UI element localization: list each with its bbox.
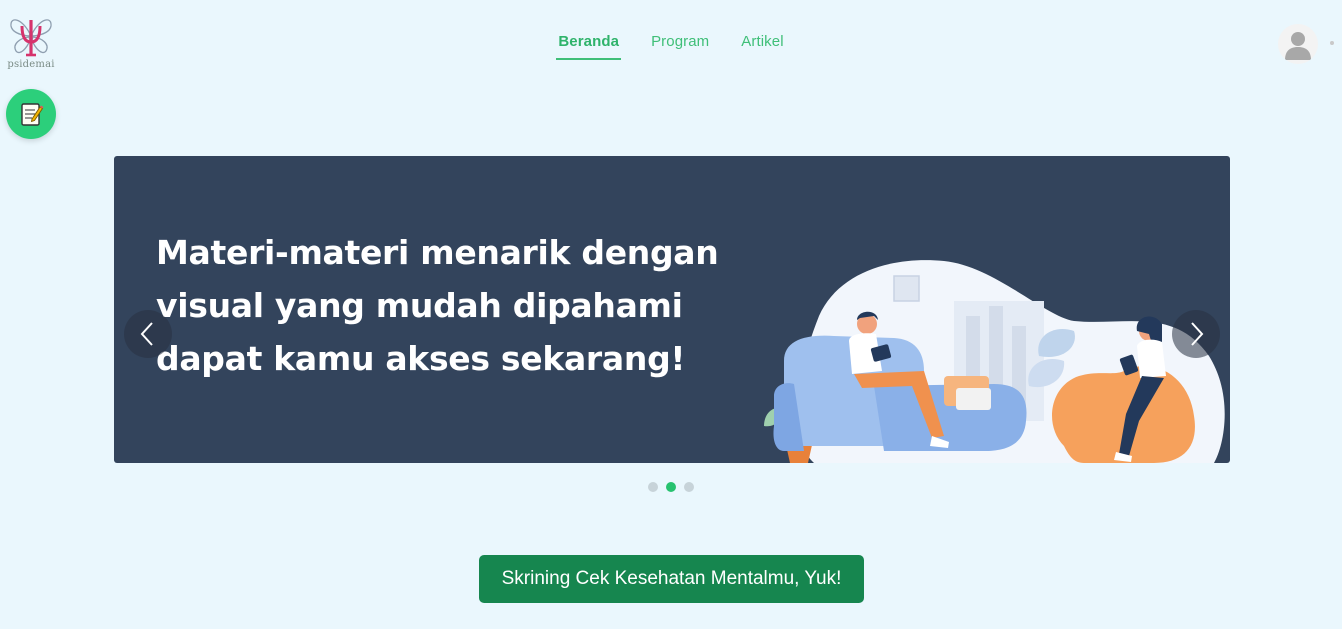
carousel-indicator-2[interactable] — [666, 482, 676, 492]
slide-heading-line-1: Materi-materi menarik dengan — [156, 233, 719, 272]
notes-button[interactable] — [6, 89, 56, 139]
slide-heading-line-2: visual yang mudah dipahami — [156, 286, 683, 325]
carousel-indicator-1[interactable] — [648, 482, 658, 492]
carousel-next-button[interactable] — [1172, 310, 1220, 358]
nav-links: Beranda Program Artikel — [542, 33, 799, 60]
nav-item-program[interactable]: Program — [649, 33, 711, 60]
memo-icon — [21, 103, 44, 126]
slide-heading: Materi-materi menarik dengan visual yang… — [156, 226, 796, 385]
top-nav: Beranda Program Artikel — [0, 0, 1342, 62]
user-avatar-icon — [1285, 32, 1311, 60]
carousel-indicator-3[interactable] — [684, 482, 694, 492]
carousel-indicators — [0, 482, 1342, 492]
hero-carousel: Materi-materi menarik dengan visual yang… — [114, 156, 1230, 463]
reading-people-illustration — [764, 260, 1225, 463]
user-avatar[interactable] — [1278, 24, 1318, 64]
nav-item-beranda[interactable]: Beranda — [556, 33, 622, 60]
chevron-right-icon — [1191, 322, 1204, 346]
chevron-left-icon — [140, 322, 153, 346]
avatar-dropdown-indicator[interactable] — [1330, 41, 1334, 45]
nav-item-artikel[interactable]: Artikel — [739, 33, 785, 60]
carousel-prev-button[interactable] — [124, 310, 172, 358]
slide-heading-line-3: dapat kamu akses sekarang! — [156, 339, 686, 378]
screening-cta-button[interactable]: Skrining Cek Kesehatan Mentalmu, Yuk! — [479, 555, 864, 603]
